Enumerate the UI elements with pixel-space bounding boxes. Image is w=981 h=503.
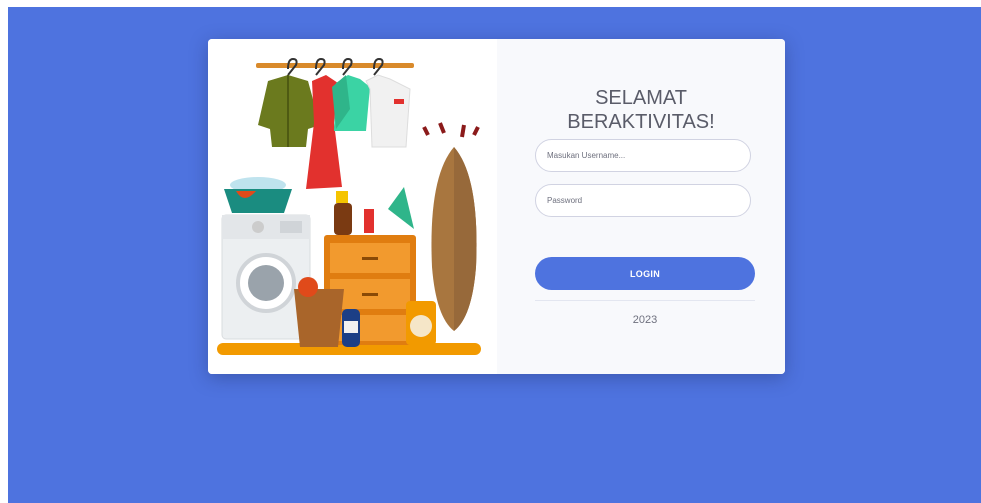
wash-basin <box>224 189 292 213</box>
bottle <box>334 203 352 235</box>
laundry-illustration <box>208 39 497 374</box>
laundry-illustration-svg <box>217 57 481 355</box>
login-card: SELAMAT BERAKTIVITAS! LOGIN 2023 <box>208 39 785 374</box>
login-button[interactable]: LOGIN <box>535 257 755 290</box>
iron <box>388 187 414 229</box>
divider <box>535 300 755 301</box>
username-input[interactable] <box>535 139 751 172</box>
login-panel: SELAMAT BERAKTIVITAS! LOGIN 2023 <box>497 39 785 374</box>
title-line-2: BERAKTIVITAS! <box>567 111 715 134</box>
clothes-rail <box>256 63 414 68</box>
password-input[interactable] <box>535 184 751 217</box>
footer-year: 2023 <box>632 314 658 326</box>
title-line-1: SELAMAT <box>595 87 687 110</box>
laundry-basket <box>294 289 344 347</box>
login-title: SELAMAT BERAKTIVITAS! <box>497 86 785 134</box>
white-shirt <box>365 74 411 148</box>
